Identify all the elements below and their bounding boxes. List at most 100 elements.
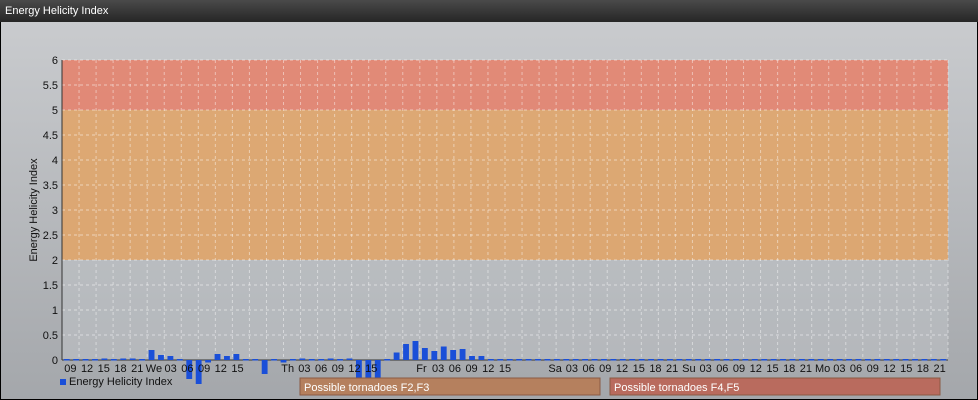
bar-energy-helicity bbox=[798, 359, 805, 361]
bar-energy-helicity bbox=[648, 359, 655, 361]
bar-energy-helicity bbox=[761, 359, 768, 361]
bar-energy-helicity bbox=[403, 344, 409, 360]
x-tick-label: Su bbox=[682, 363, 695, 375]
bar-energy-helicity bbox=[930, 359, 937, 361]
bar-energy-helicity bbox=[440, 346, 447, 360]
bar-energy-helicity bbox=[516, 359, 523, 361]
bar-energy-helicity bbox=[73, 359, 80, 361]
bar-energy-helicity bbox=[704, 359, 711, 361]
x-tick-label: 21 bbox=[800, 363, 812, 375]
y-tick-label: 3.5 bbox=[43, 180, 58, 192]
bar-energy-helicity bbox=[714, 359, 720, 361]
bar-energy-helicity bbox=[478, 356, 485, 360]
bar-energy-helicity bbox=[290, 359, 296, 361]
x-tick-label: 03 bbox=[833, 363, 845, 375]
bar-energy-helicity bbox=[148, 350, 155, 360]
bar-energy-helicity bbox=[638, 359, 645, 361]
x-tick-label: 09 bbox=[198, 363, 210, 375]
bar-energy-helicity bbox=[535, 359, 541, 361]
bar-energy-helicity bbox=[610, 359, 617, 361]
bar-energy-helicity bbox=[308, 359, 315, 361]
bar-energy-helicity bbox=[63, 359, 70, 361]
bar-energy-helicity bbox=[685, 359, 692, 361]
chart-window: Energy Helicity Index 0 0.5 1 1.5 2 2.5 3 3.5 4 4… bbox=[0, 0, 978, 400]
bar-energy-helicity bbox=[82, 359, 89, 361]
bar-energy-helicity bbox=[751, 359, 758, 361]
x-tick-label: 06 bbox=[716, 363, 728, 375]
bar-energy-helicity bbox=[742, 359, 749, 361]
x-tick-label: 06 bbox=[449, 363, 461, 375]
bar-energy-helicity bbox=[412, 341, 419, 360]
bar-energy-helicity bbox=[431, 351, 438, 360]
x-tick-label: 15 bbox=[766, 363, 778, 375]
x-tick-label: 15 bbox=[499, 363, 511, 375]
bar-energy-helicity bbox=[393, 352, 400, 360]
bar-energy-helicity bbox=[224, 356, 230, 360]
bar-energy-helicity bbox=[657, 359, 664, 361]
bar-energy-helicity bbox=[733, 359, 739, 361]
bar-energy-helicity bbox=[846, 359, 852, 361]
x-tick-label: 21 bbox=[934, 363, 946, 375]
x-tick-label: We bbox=[146, 363, 162, 375]
x-tick-label: 12 bbox=[883, 363, 895, 375]
bar-energy-helicity bbox=[525, 359, 532, 361]
bar-energy-helicity bbox=[780, 359, 786, 361]
y-tick-label: 3 bbox=[52, 205, 58, 217]
bar-energy-helicity bbox=[421, 348, 428, 360]
bar-energy-helicity bbox=[874, 359, 881, 361]
x-tick-label: 06 bbox=[315, 363, 327, 375]
bar-energy-helicity bbox=[129, 358, 136, 360]
bar-energy-helicity bbox=[346, 358, 353, 360]
y-tick-label: 0.5 bbox=[43, 330, 58, 342]
bar-energy-helicity bbox=[299, 358, 306, 360]
y-tick-label: 6 bbox=[52, 55, 58, 67]
bar-energy-helicity bbox=[827, 359, 834, 361]
x-tick-label: Sa bbox=[548, 363, 562, 375]
y-tick-label: 5 bbox=[52, 105, 58, 117]
x-tick-label: 15 bbox=[365, 363, 377, 375]
tornado-annotation-label: Possible tornadoes F4,F5 bbox=[614, 382, 739, 394]
x-tick-label: 21 bbox=[131, 363, 143, 375]
bar-energy-helicity bbox=[337, 359, 343, 361]
x-tick-label: 06 bbox=[850, 363, 862, 375]
x-tick-label: 12 bbox=[750, 363, 762, 375]
x-tick-label: 09 bbox=[867, 363, 879, 375]
x-tick-label: 06 bbox=[582, 363, 594, 375]
x-tick-label: 03 bbox=[432, 363, 444, 375]
bar-energy-helicity bbox=[242, 359, 249, 361]
x-tick-label: 12 bbox=[215, 363, 227, 375]
x-tick-label: 12 bbox=[482, 363, 494, 375]
bar-energy-helicity bbox=[629, 359, 636, 361]
bar-energy-helicity bbox=[176, 359, 183, 361]
bar-energy-helicity bbox=[582, 359, 589, 361]
x-tick-label: 06 bbox=[181, 363, 193, 375]
y-tick-label: 5.5 bbox=[43, 80, 58, 92]
bar-energy-helicity bbox=[506, 359, 513, 361]
x-tick-label: 18 bbox=[649, 363, 661, 375]
legend-label: Energy Helicity Index bbox=[69, 376, 173, 388]
tornado-annotation-label: Possible tornadoes F2,F3 bbox=[304, 382, 429, 394]
bar-energy-helicity bbox=[808, 359, 815, 361]
y-tick-label: 2 bbox=[52, 255, 58, 267]
bar-energy-helicity bbox=[572, 359, 579, 361]
bar-energy-helicity bbox=[902, 359, 909, 361]
x-tick-label: 03 bbox=[566, 363, 578, 375]
bar-energy-helicity bbox=[695, 359, 702, 361]
bar-energy-helicity bbox=[167, 356, 174, 360]
bar-energy-helicity bbox=[855, 359, 862, 361]
bar-energy-helicity bbox=[487, 359, 494, 361]
bar-energy-helicity bbox=[158, 355, 164, 360]
bar-energy-helicity bbox=[92, 359, 98, 361]
bar-energy-helicity bbox=[318, 359, 325, 361]
bar-energy-helicity bbox=[601, 359, 607, 361]
x-tick-label: 09 bbox=[332, 363, 344, 375]
x-tick-label: 12 bbox=[81, 363, 93, 375]
y-tick-label: 4 bbox=[52, 155, 58, 167]
bar-energy-helicity bbox=[893, 359, 900, 361]
bar-energy-helicity bbox=[667, 359, 673, 361]
x-tick-label: 18 bbox=[783, 363, 795, 375]
x-tick-label: 09 bbox=[64, 363, 76, 375]
bar-energy-helicity bbox=[327, 358, 334, 360]
bar-energy-helicity bbox=[469, 356, 475, 360]
y-axis-title: Energy Helicity Index bbox=[28, 158, 40, 262]
